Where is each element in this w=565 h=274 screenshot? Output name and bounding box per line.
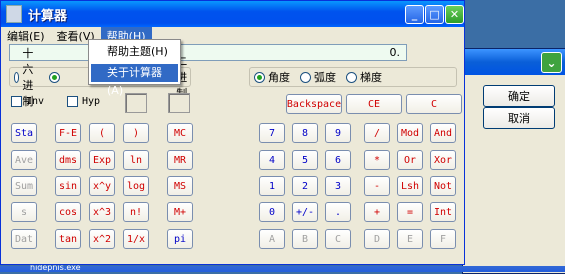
cancel-button[interactable]: 取消 [483,107,555,129]
inv-checkbox[interactable]: Inv [11,96,44,107]
key-num-1-3[interactable]: * [364,150,390,170]
key-num-2-2[interactable]: 3 [325,176,351,196]
menu-item-about[interactable]: 关于计算器(A) [91,64,178,97]
calculator-icon [6,5,22,23]
key-num-1-5[interactable]: Xor [430,150,456,170]
close-icon[interactable]: ✕ [445,5,464,24]
key-sci-col2-0[interactable]: ( [89,123,115,143]
radio-radians-label: 弧度 [314,71,336,84]
key-num-3-0[interactable]: 0 [259,202,285,222]
key-num-3-1[interactable]: +/- [292,202,318,222]
key-mem-keys-0[interactable]: MC [167,123,193,143]
menu-item-help-topics[interactable]: 帮助主题(H) [91,43,178,61]
key-sci-col3-3[interactable]: n! [123,202,149,222]
radio-degrees[interactable]: 角度 [254,69,290,85]
key-num-3-3[interactable]: + [364,202,390,222]
key-sci-col2-1[interactable]: Exp [89,150,115,170]
key-num-1-0[interactable]: 4 [259,150,285,170]
key-num-3-4[interactable]: = [397,202,423,222]
key-memory-col-2[interactable]: Sum [11,176,37,196]
inv-checkbox-label: Inv [26,96,45,107]
hyp-checkbox[interactable]: Hyp [67,96,100,107]
minimize-icon[interactable]: _ [405,5,424,24]
key-sci-col1-2[interactable]: sin [55,176,81,196]
radio-radians-dot[interactable] [300,71,311,83]
radio-grads[interactable]: 梯度 [346,69,382,85]
key-num-2-0[interactable]: 1 [259,176,285,196]
result-display: 0. [9,44,407,61]
key-sci-col3-1[interactable]: ln [123,150,149,170]
key-num-3-5[interactable]: Int [430,202,456,222]
key-memory-col-3[interactable]: s [11,202,37,222]
key-num-2-4[interactable]: Lsh [397,176,423,196]
key-num-0-1[interactable]: 8 [292,123,318,143]
memory-indicator [168,93,190,113]
key-num-1-4[interactable]: Or [397,150,423,170]
key-sci-col1-4[interactable]: tan [55,229,81,249]
key-sci-col3-2[interactable]: log [123,176,149,196]
key-num-2-1[interactable]: 2 [292,176,318,196]
taskbar-item[interactable]: hidepnis.exe [30,264,120,272]
chevron-down-icon[interactable]: ⌄ [541,52,562,73]
key-num-0-5[interactable]: And [430,123,456,143]
key-num-3-2[interactable]: . [325,202,351,222]
radio-dec[interactable] [49,71,63,83]
key-num-4-5[interactable]: F [430,229,456,249]
key-num-4-1[interactable]: B [292,229,318,249]
key-sci-col2-4[interactable]: x^2 [89,229,115,249]
titlebar: 计算器 _ □ ✕ [1,1,464,27]
key-sci-col1-1[interactable]: dms [55,150,81,170]
radio-grads-label: 梯度 [360,71,382,84]
key-memory-col-0[interactable]: Sta [11,123,37,143]
radio-hex-dot[interactable] [14,71,20,83]
help-dropdown: 帮助主题(H) 关于计算器(A) [88,39,181,97]
key-sci-col1-0[interactable]: F-E [55,123,81,143]
key-memory-col-1[interactable]: Ave [11,150,37,170]
key-num-2-3[interactable]: - [364,176,390,196]
key-mem-keys-4[interactable]: pi [167,229,193,249]
key-sci-col2-2[interactable]: x^y [89,176,115,196]
key-num-4-0[interactable]: A [259,229,285,249]
parenthesis-indicator [125,93,147,113]
key-sci-col1-3[interactable]: cos [55,202,81,222]
key-sci-col3-0[interactable]: ) [123,123,149,143]
key-num-0-0[interactable]: 7 [259,123,285,143]
key-sci-col3-4[interactable]: 1/x [123,229,149,249]
ok-button[interactable]: 确定 [483,85,555,107]
key-num-0-3[interactable]: / [364,123,390,143]
key-num-1-2[interactable]: 6 [325,150,351,170]
key-num-4-2[interactable]: C [325,229,351,249]
key-mem-keys-2[interactable]: MS [167,176,193,196]
radio-grads-dot[interactable] [346,71,357,83]
radio-degrees-dot[interactable] [254,71,265,83]
backspace-button[interactable]: Backspace [286,94,342,114]
inv-checkbox-box[interactable] [11,96,22,107]
window-title: 计算器 [28,8,68,24]
key-mem-keys-1[interactable]: MR [167,150,193,170]
key-sci-col2-3[interactable]: x^3 [89,202,115,222]
radio-radians[interactable]: 弧度 [300,69,336,85]
key-num-0-2[interactable]: 9 [325,123,351,143]
ce-button[interactable]: CE [346,94,402,114]
angle-group: 角度 弧度 梯度 [249,67,457,87]
maximize-icon[interactable]: □ [425,5,444,24]
background-dialog: ⌄ 确定 取消 [462,48,565,274]
key-memory-col-4[interactable]: Dat [11,229,37,249]
key-num-4-4[interactable]: E [397,229,423,249]
key-mem-keys-3[interactable]: M+ [167,202,193,222]
hyp-checkbox-label: Hyp [82,96,101,107]
key-num-2-5[interactable]: Not [430,176,456,196]
radio-degrees-label: 角度 [268,71,290,84]
hyp-checkbox-box[interactable] [67,96,78,107]
calculator-window: 计算器 _ □ ✕ 编辑(E) 查看(V) 帮助(H) 0. 十六进制 二进制 … [0,0,465,265]
background-dialog-titlebar: ⌄ [463,49,565,75]
key-num-1-1[interactable]: 5 [292,150,318,170]
c-button[interactable]: C [406,94,462,114]
radio-dec-dot[interactable] [49,71,60,83]
key-num-4-3[interactable]: D [364,229,390,249]
key-num-0-4[interactable]: Mod [397,123,423,143]
